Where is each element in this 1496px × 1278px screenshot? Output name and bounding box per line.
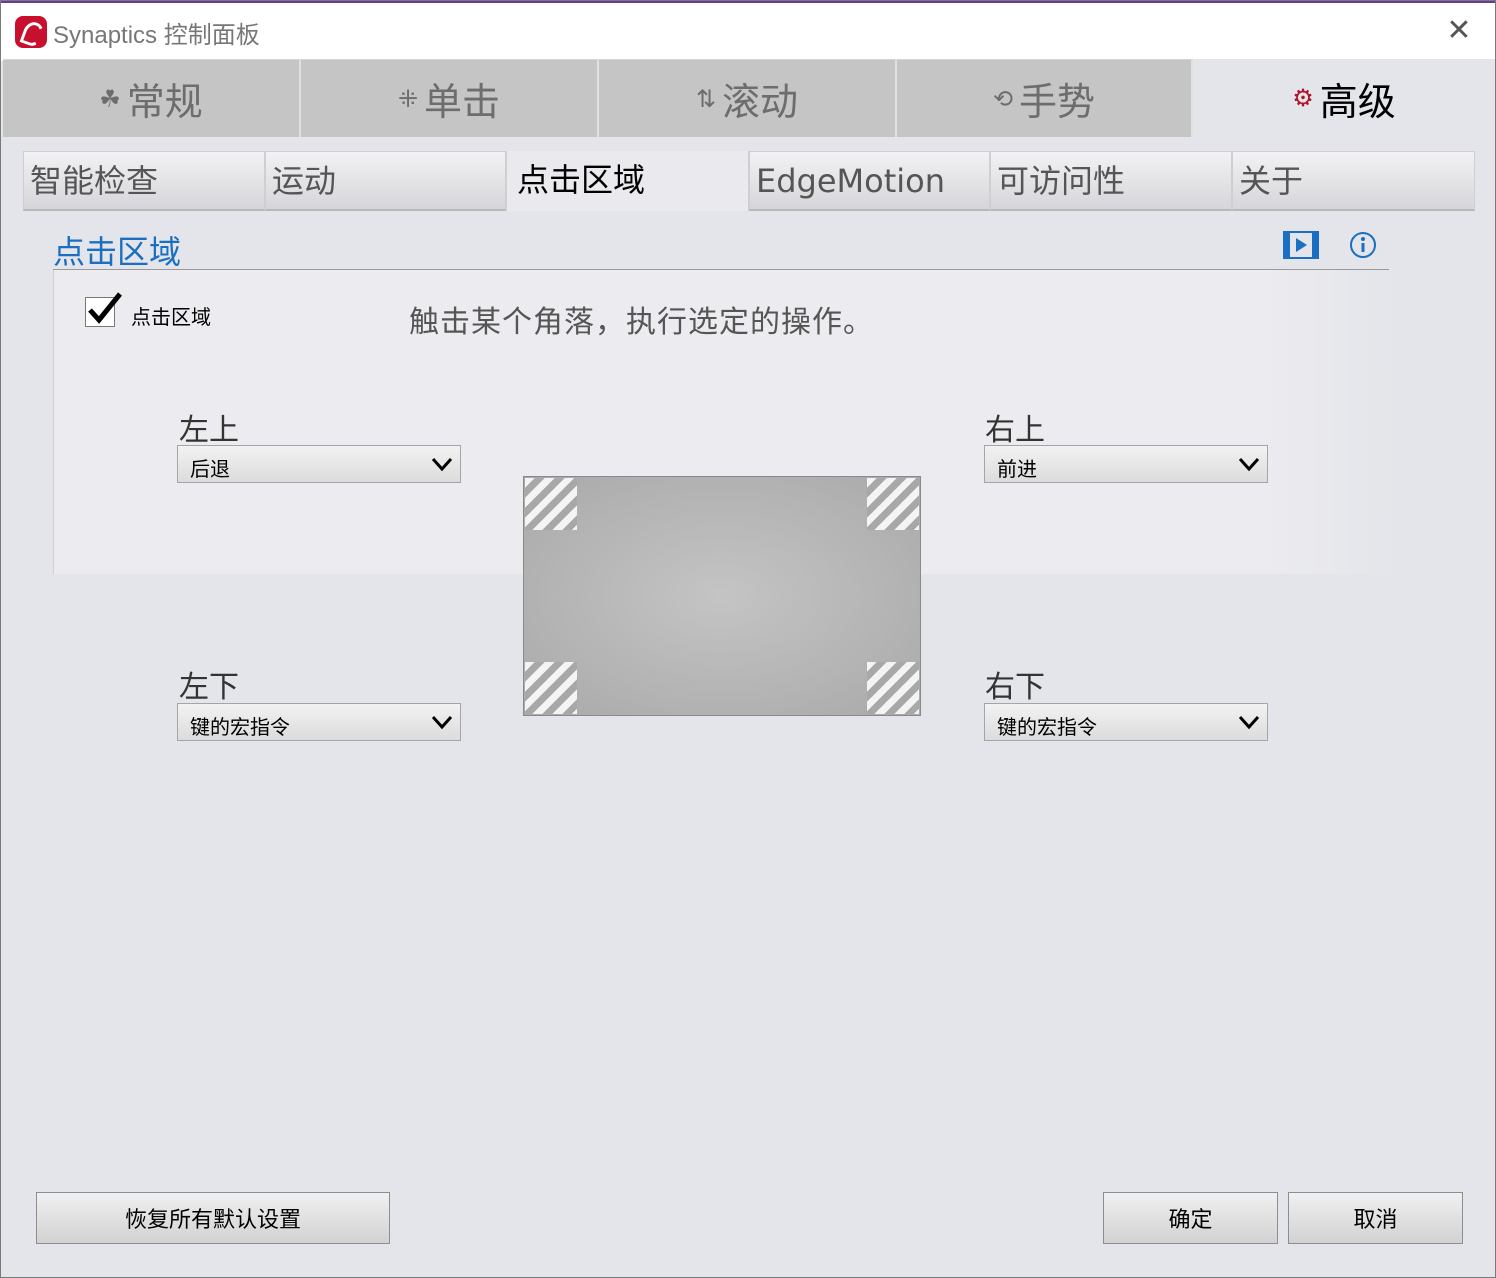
subtab-tap-zones[interactable]: 点击区域: [506, 151, 749, 211]
description-text: 触击某个角落，执行选定的操作。: [409, 305, 874, 340]
close-button[interactable]: ✕: [1441, 13, 1477, 49]
tab-label: 单击: [424, 80, 501, 124]
touchpad-diagram: [523, 476, 921, 716]
selected-value: 前进: [997, 457, 1037, 481]
bottom-left-action-select[interactable]: 键的宏指令: [177, 703, 461, 741]
synaptics-logo-icon: [15, 16, 47, 48]
tab-label: 高级: [1319, 79, 1396, 124]
chevron-down-icon: [431, 715, 453, 730]
subtab-smartcheck[interactable]: 智能检查: [23, 151, 265, 211]
cancel-button[interactable]: 取消: [1288, 1192, 1463, 1244]
chevron-down-icon: [1238, 457, 1260, 472]
chevron-down-icon: [431, 457, 453, 472]
top-right-zone: [867, 478, 919, 530]
info-icon[interactable]: [1349, 231, 1377, 259]
restore-defaults-button[interactable]: 恢复所有默认设置: [36, 1192, 390, 1244]
chevron-down-icon: [1238, 715, 1260, 730]
subtab-edgemotion[interactable]: EdgeMotion: [749, 151, 990, 211]
top-right-label: 右上: [985, 413, 1045, 448]
leaf-icon: ☘: [99, 84, 121, 113]
bottom-right-label: 右下: [985, 670, 1045, 705]
subtab-accessibility[interactable]: 可访问性: [990, 151, 1232, 211]
tab-gesture[interactable]: ⟲ 手势: [897, 59, 1193, 137]
selected-value: 键的宏指令: [190, 715, 290, 739]
top-left-action-select[interactable]: 后退: [177, 445, 461, 483]
gesture-icon: ⟲: [992, 84, 1014, 113]
subtab-motion[interactable]: 运动: [265, 151, 506, 211]
tab-label: 常规: [126, 80, 203, 124]
tab-label: 滚动: [722, 80, 799, 124]
ok-button[interactable]: 确定: [1103, 1192, 1278, 1244]
checkbox-label: 点击区域: [131, 305, 211, 329]
scroll-arrows-icon: ⇅: [695, 84, 717, 113]
control-panel-window: Synaptics 控制面板 ✕ ☘ 常规 ⁜ 单击 ⇅ 滚动 ⟲ 手势 ⚙ 高…: [0, 0, 1496, 1278]
bottom-left-label: 左下: [179, 670, 239, 705]
tap-zones-checkbox[interactable]: [85, 292, 122, 327]
bottom-right-action-select[interactable]: 键的宏指令: [984, 703, 1268, 741]
window-title: Synaptics 控制面板: [53, 22, 260, 49]
sub-tab-bar: 智能检查 运动 点击区域 EdgeMotion 可访问性 关于: [23, 151, 1475, 213]
selected-value: 键的宏指令: [997, 715, 1097, 739]
top-left-label: 左上: [179, 413, 239, 448]
click-icon: ⁜: [397, 84, 419, 113]
bottom-right-zone: [867, 662, 919, 714]
bottom-left-zone: [525, 662, 577, 714]
top-right-action-select[interactable]: 前进: [984, 445, 1268, 483]
subtab-about[interactable]: 关于: [1232, 151, 1475, 211]
top-left-zone: [525, 478, 577, 530]
video-icon[interactable]: [1283, 231, 1319, 259]
tab-label: 手势: [1019, 80, 1096, 124]
tab-click[interactable]: ⁜ 单击: [301, 59, 599, 137]
selected-value: 后退: [190, 457, 230, 481]
tab-scroll[interactable]: ⇅ 滚动: [599, 59, 897, 137]
title-bar: Synaptics 控制面板 ✕: [1, 1, 1495, 61]
main-tab-bar: ☘ 常规 ⁜ 单击 ⇅ 滚动 ⟲ 手势 ⚙ 高级: [1, 59, 1495, 137]
tab-general[interactable]: ☘ 常规: [3, 59, 301, 137]
gear-icon: ⚙: [1292, 84, 1314, 112]
tab-advanced[interactable]: ⚙ 高级: [1193, 59, 1495, 137]
section-title: 点击区域: [53, 233, 182, 271]
